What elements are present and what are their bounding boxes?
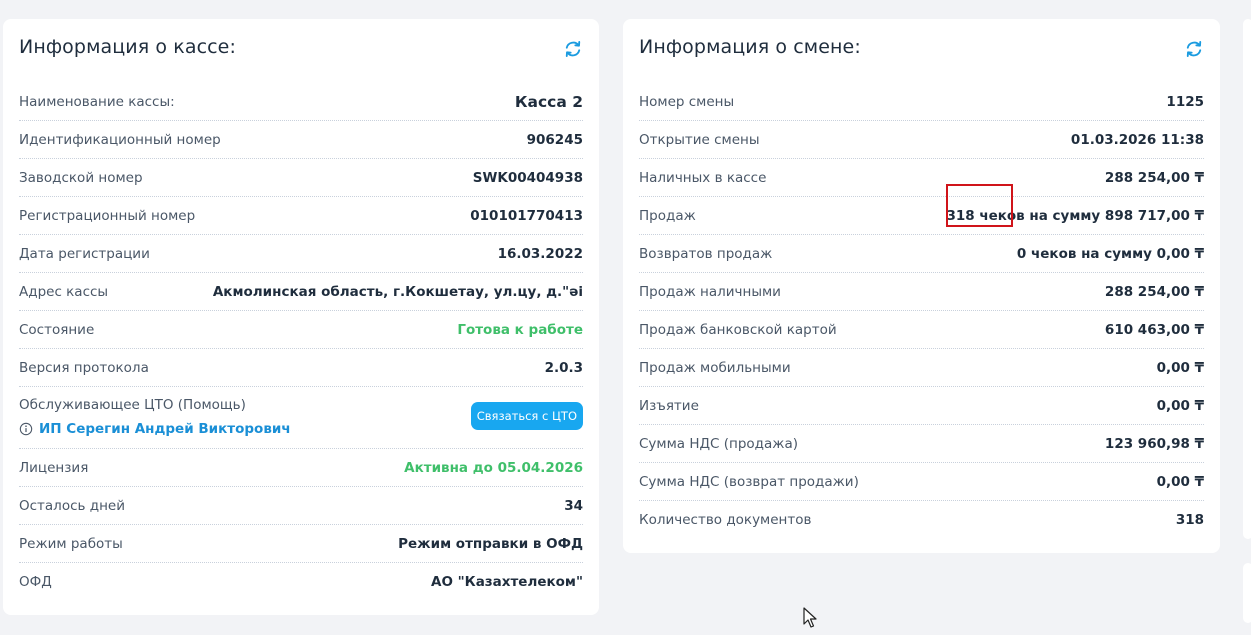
row-label: Дата регистрации (19, 245, 150, 262)
row-label: Адрес кассы (19, 283, 109, 300)
row-label: Сумма НДС (возврат продажи) (639, 473, 859, 490)
row-label: Количество документов (639, 512, 812, 528)
shift-row-cash-sales: Продаж наличными 288 254,00 ₸ (639, 273, 1204, 311)
row-value: 01.03.2026 11:38 (1070, 131, 1204, 148)
row-value: 123 960,98 ₸ (1104, 435, 1204, 452)
row-value: 0,00 ₸ (1156, 397, 1204, 414)
info-row-service-center: Обслуживающее ЦТО (Помощь) ИП Серегин Ан… (19, 387, 583, 449)
row-label: Состояние (19, 321, 95, 338)
service-center-link[interactable]: ИП Серегин Андрей Викторович (19, 421, 291, 437)
cash-register-info-card: Информация о кассе: Наименование кассы: … (3, 19, 599, 615)
shift-row-vat-returns: Сумма НДС (возврат продажи) 0,00 ₸ (639, 463, 1204, 501)
row-value: 0,00 ₸ (1156, 359, 1204, 376)
row-value: АО "Казахтелеком" (431, 574, 583, 590)
shift-row-cash-in-register: Наличных в кассе 288 254,00 ₸ (639, 159, 1204, 197)
info-row-cash-name: Наименование кассы: Касса 2 (19, 83, 583, 121)
row-value: Акмолинская область, г.Кокшетау, ул.цу, … (212, 283, 583, 300)
row-value: 010101770413 (470, 207, 583, 224)
row-value: 16.03.2022 (497, 245, 583, 262)
cash-register-info-list: Наименование кассы: Касса 2 Идентификаци… (19, 83, 583, 601)
row-label: Наличных в кассе (639, 169, 767, 186)
row-label: Идентификационный номер (19, 131, 221, 148)
mouse-pointer-icon (803, 607, 817, 628)
shift-info-list: Номер смены 1125 Открытие смены 01.03.20… (639, 83, 1204, 539)
row-label: Наименование кассы: (19, 93, 175, 110)
info-row-license: Лицензия Активна до 05.04.2026 (19, 449, 583, 487)
status-badge: Готова к работе (457, 321, 583, 338)
shift-row-opened: Открытие смены 01.03.2026 11:38 (639, 121, 1204, 159)
row-label: Заводской номер (19, 169, 143, 186)
shift-row-sales: Продаж 318 чеков на сумму 898 717,00 ₸ (639, 197, 1204, 235)
row-value: 610 463,00 ₸ (1104, 321, 1204, 338)
highlight-annotation (946, 184, 1013, 227)
info-row-days-left: Осталось дней 34 (19, 487, 583, 525)
row-label: Лицензия (19, 459, 89, 476)
row-value: 288 254,00 ₸ (1104, 169, 1204, 186)
shift-row-vat-sales: Сумма НДС (продажа) 123 960,98 ₸ (639, 425, 1204, 463)
row-value: 34 (564, 497, 583, 514)
row-value: SWK00404938 (472, 169, 583, 186)
info-row-factory-number: Заводской номер SWK00404938 (19, 159, 583, 197)
shift-row-document-count: Количество документов 318 (639, 501, 1204, 539)
row-value: 906245 (526, 131, 583, 148)
shift-row-card-sales: Продаж банковской картой 610 463,00 ₸ (639, 311, 1204, 349)
row-value: Касса 2 (514, 92, 583, 111)
row-label: Продаж банковской картой (639, 321, 837, 338)
service-center-name[interactable]: ИП Серегин Андрей Викторович (39, 421, 291, 437)
row-label: Номер смены (639, 93, 735, 110)
row-label: Изъятие (639, 397, 699, 414)
offscreen-card (1243, 19, 1251, 539)
info-row-registration-number: Регистрационный номер 010101770413 (19, 197, 583, 235)
contact-cto-button[interactable]: Связаться с ЦТО (470, 402, 583, 430)
row-value: 0,00 ₸ (1156, 473, 1204, 490)
info-row-address: Адрес кассы Акмолинская область, г.Кокше… (19, 273, 583, 311)
info-row-registration-date: Дата регистрации 16.03.2022 (19, 235, 583, 273)
row-label: Обслуживающее ЦТО (Помощь) (19, 397, 246, 413)
row-value: 0 чеков на сумму 0,00 ₸ (1016, 245, 1204, 262)
row-value: 1125 (1166, 93, 1204, 110)
row-label: Продаж (639, 207, 696, 224)
refresh-icon[interactable] (563, 39, 583, 59)
info-icon (19, 422, 33, 436)
row-value: 318 (1175, 512, 1204, 528)
row-label: Режим работы (19, 535, 123, 552)
row-label: Регистрационный номер (19, 207, 196, 224)
row-label: ОФД (19, 574, 52, 590)
refresh-icon[interactable] (1184, 39, 1204, 59)
row-label: Возвратов продаж (639, 245, 773, 262)
shift-row-mobile-sales: Продаж мобильными 0,00 ₸ (639, 349, 1204, 387)
license-status: Активна до 05.04.2026 (404, 459, 583, 476)
offscreen-card (1243, 563, 1251, 623)
row-label: Сумма НДС (продажа) (639, 435, 798, 452)
cash-register-info-title: Информация о кассе: (19, 36, 236, 58)
row-value: 2.0.3 (544, 359, 583, 376)
row-label: Версия протокола (19, 359, 149, 376)
info-row-work-mode: Режим работы Режим отправки в ОФД (19, 525, 583, 563)
service-center-block: Обслуживающее ЦТО (Помощь) ИП Серегин Ан… (19, 397, 291, 437)
shift-info-card: Информация о смене: Номер смены 1125 Отк… (623, 19, 1220, 553)
row-value: 288 254,00 ₸ (1104, 283, 1204, 300)
shift-row-number: Номер смены 1125 (639, 83, 1204, 121)
row-label: Осталось дней (19, 497, 125, 514)
info-row-identification-number: Идентификационный номер 906245 (19, 121, 583, 159)
row-label: Открытие смены (639, 131, 760, 148)
shift-row-returns: Возвратов продаж 0 чеков на сумму 0,00 ₸ (639, 235, 1204, 273)
info-row-status: Состояние Готова к работе (19, 311, 583, 349)
shift-row-withdrawal: Изъятие 0,00 ₸ (639, 387, 1204, 425)
row-label: Продаж наличными (639, 283, 781, 300)
info-row-protocol-version: Версия протокола 2.0.3 (19, 349, 583, 387)
info-row-ofd: ОФД АО "Казахтелеком" (19, 563, 583, 601)
row-value: Режим отправки в ОФД (398, 535, 583, 552)
shift-info-title: Информация о смене: (639, 36, 861, 58)
row-label: Продаж мобильными (639, 359, 791, 376)
